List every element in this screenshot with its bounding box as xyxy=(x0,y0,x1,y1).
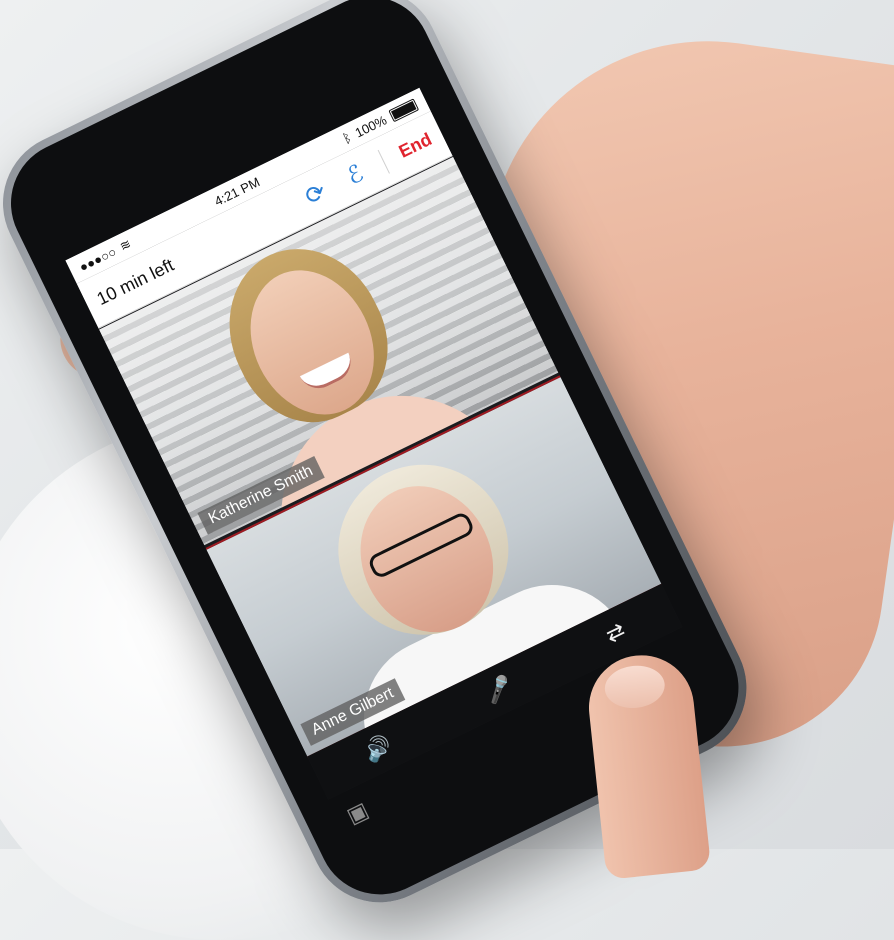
add-participant-icon[interactable]: ℰ xyxy=(338,158,373,193)
wifi-icon: ≋ xyxy=(117,235,134,255)
camera-switch-icon[interactable]: ⇄ xyxy=(602,617,630,648)
microphone-icon[interactable]: 🎤 xyxy=(481,672,517,707)
bluetooth-icon: ᛒ xyxy=(339,129,354,147)
refresh-icon[interactable]: ⟳ xyxy=(298,177,333,212)
gallery-icon[interactable]: ▣ xyxy=(343,797,373,829)
end-call-button[interactable]: End xyxy=(396,129,436,163)
speaker-icon[interactable]: 🔊 xyxy=(360,731,396,766)
thumbnail xyxy=(602,662,667,711)
divider xyxy=(377,149,390,174)
